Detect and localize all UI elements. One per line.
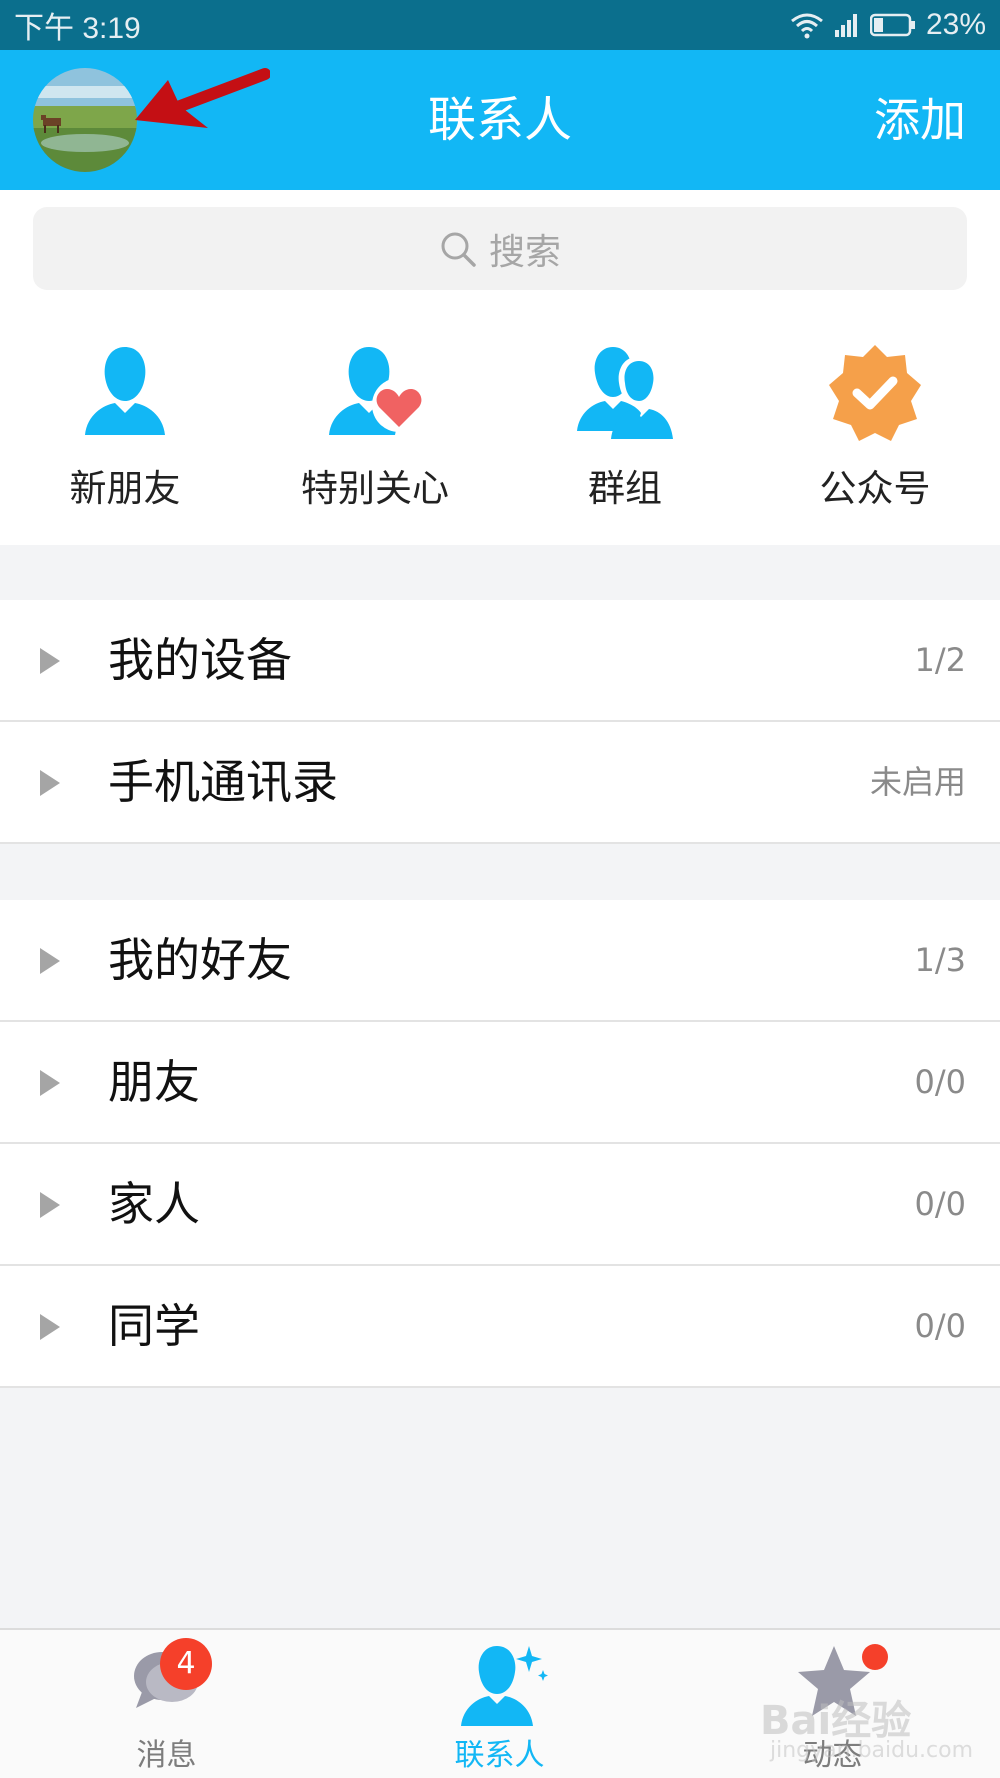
group-count: 1/3 — [914, 941, 967, 979]
group-name: 我的设备 — [108, 633, 292, 687]
tab-label: 消息 — [136, 1738, 197, 1773]
wifi-icon — [791, 13, 823, 39]
battery-percent: 23% — [925, 8, 986, 41]
tab-label: 联系人 — [454, 1738, 545, 1773]
search-input[interactable]: 搜索 — [33, 207, 967, 290]
quick-new-friends[interactable]: 新朋友 — [0, 303, 250, 545]
expand-triangle-icon — [40, 648, 60, 674]
search-area: 搜索 — [0, 190, 1000, 303]
new-activity-dot — [862, 1644, 888, 1670]
badge-check-icon — [829, 345, 921, 441]
signal-icon — [834, 14, 857, 37]
group-name: 我的好友 — [108, 933, 292, 987]
tab-messages[interactable]: 4 消息 — [0, 1630, 333, 1778]
group-count: 0/0 — [914, 1063, 967, 1101]
top-bar: 联系人 添加 — [0, 50, 1000, 190]
unread-badge: 4 — [160, 1638, 212, 1690]
search-placeholder: 搜索 — [488, 231, 561, 273]
quick-label: 特别关心 — [301, 467, 449, 510]
bottom-tab-bar: 4 消息 联系人 动态 Bai经验 jingyan.baidu.com — [0, 1628, 1000, 1778]
group-count: 1/2 — [914, 641, 967, 679]
quick-label: 群组 — [588, 467, 662, 510]
search-icon — [441, 232, 476, 267]
page-title: 联系人 — [427, 92, 572, 148]
battery-icon — [869, 13, 915, 37]
group-name: 同学 — [108, 1299, 200, 1353]
quick-label: 新朋友 — [69, 467, 181, 510]
person-icon — [85, 347, 165, 435]
contacts-screen: 下午 3:19 23% 联系人 添加 搜索 新朋友 特别关心 群组 公众号 我的… — [0, 0, 1000, 1778]
group-name: 朋友 — [108, 1055, 200, 1109]
group-row-phone-contacts[interactable]: 手机通讯录 未启用 — [0, 722, 1000, 844]
quick-official-accounts[interactable]: 公众号 — [750, 303, 1000, 545]
add-button[interactable]: 添加 — [874, 50, 966, 190]
group-count: 未启用 — [869, 763, 966, 801]
group-icon — [577, 347, 673, 439]
group-row-family[interactable]: 家人 0/0 — [0, 1144, 1000, 1266]
tab-contacts[interactable]: 联系人 — [333, 1630, 666, 1778]
quick-entries: 新朋友 特别关心 群组 公众号 — [0, 303, 1000, 545]
status-time: 下午 3:19 — [14, 12, 141, 45]
group-row-my-friends[interactable]: 我的好友 1/3 — [0, 900, 1000, 1022]
status-bar: 下午 3:19 23% — [0, 0, 1000, 50]
group-row-my-devices[interactable]: 我的设备 1/2 — [0, 600, 1000, 722]
person-heart-icon — [329, 347, 425, 435]
group-row-classmates[interactable]: 同学 0/0 — [0, 1266, 1000, 1388]
group-count: 0/0 — [914, 1307, 967, 1345]
group-name: 手机通讯录 — [108, 755, 338, 809]
expand-triangle-icon — [40, 1314, 60, 1340]
group-count: 0/0 — [914, 1185, 967, 1223]
person-sparkle-icon — [461, 1646, 548, 1726]
expand-triangle-icon — [40, 1070, 60, 1096]
quick-special-care[interactable]: 特别关心 — [250, 303, 500, 545]
watermark-url: jingyan.baidu.com — [770, 1738, 974, 1763]
group-section-1: 我的设备 1/2 手机通讯录 未启用 — [0, 600, 1000, 844]
expand-triangle-icon — [40, 948, 60, 974]
expand-triangle-icon — [40, 770, 60, 796]
group-section-2: 我的好友 1/3 朋友 0/0 家人 0/0 同学 0/0 — [0, 900, 1000, 1388]
group-name: 家人 — [108, 1177, 200, 1231]
expand-triangle-icon — [40, 1192, 60, 1218]
quick-label: 公众号 — [819, 467, 931, 510]
quick-groups[interactable]: 群组 — [500, 303, 750, 545]
group-row-friends[interactable]: 朋友 0/0 — [0, 1022, 1000, 1144]
